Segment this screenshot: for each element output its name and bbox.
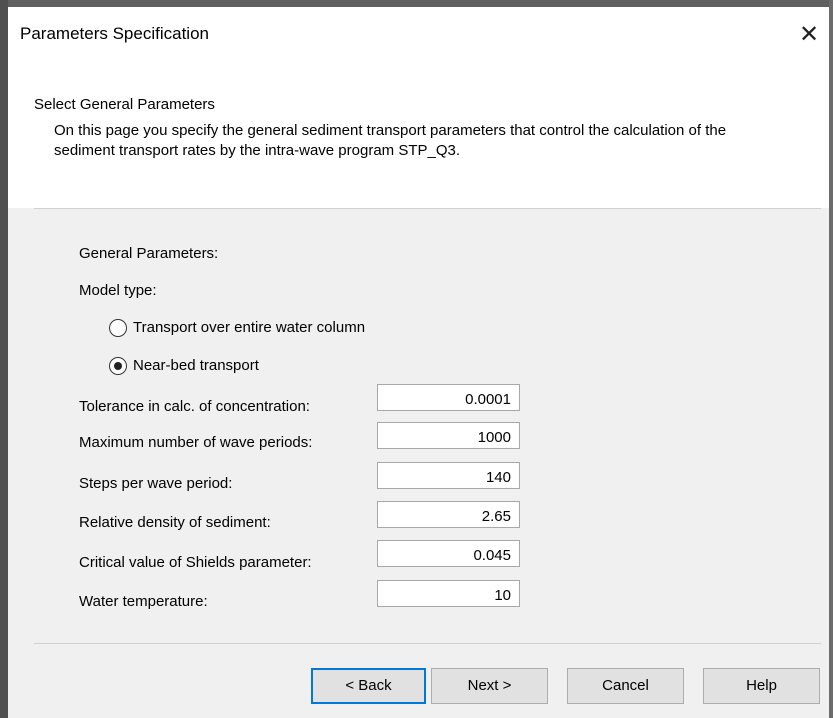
- radio-near-bed[interactable]: [109, 357, 127, 375]
- footer-divider: [34, 643, 821, 644]
- back-button[interactable]: < Back: [311, 668, 426, 704]
- steps-field[interactable]: [377, 462, 520, 489]
- max-periods-field[interactable]: [377, 422, 520, 449]
- temperature-field[interactable]: [377, 580, 520, 607]
- temperature-label: Water temperature:: [79, 593, 208, 610]
- tolerance-label: Tolerance in calc. of concentration:: [79, 398, 310, 415]
- header-divider: [34, 208, 821, 209]
- cancel-button[interactable]: Cancel: [567, 668, 684, 704]
- density-label: Relative density of sediment:: [79, 514, 271, 531]
- dialog-window: Parameters Specification ✕ Select Genera…: [0, 0, 833, 718]
- window-border-right: [829, 0, 833, 718]
- radio-entire-water-column[interactable]: [109, 319, 127, 337]
- shields-label: Critical value of Shields parameter:: [79, 554, 312, 571]
- max-periods-label: Maximum number of wave periods:: [79, 434, 313, 451]
- section-description: On this page you specify the general sed…: [54, 122, 727, 159]
- shields-field[interactable]: [377, 540, 520, 567]
- window-title: Parameters Specification: [20, 24, 209, 43]
- steps-label: Steps per wave period:: [79, 475, 233, 492]
- radio-entire-water-column-label[interactable]: Transport over entire water column: [133, 319, 365, 336]
- radio-near-bed-label[interactable]: Near-bed transport: [133, 357, 259, 374]
- section-heading: Select General Parameters: [34, 96, 215, 113]
- close-icon[interactable]: ✕: [796, 22, 822, 48]
- model-type-label: Model type:: [79, 282, 157, 299]
- window-border-left: [0, 0, 8, 718]
- help-button[interactable]: Help: [703, 668, 820, 704]
- window-border-top: [0, 0, 833, 7]
- radio-selected-dot: [113, 361, 122, 370]
- tolerance-field[interactable]: [377, 384, 520, 411]
- next-button[interactable]: Next >: [431, 668, 548, 704]
- general-parameters-title: General Parameters:: [79, 245, 219, 262]
- density-field[interactable]: [377, 501, 520, 528]
